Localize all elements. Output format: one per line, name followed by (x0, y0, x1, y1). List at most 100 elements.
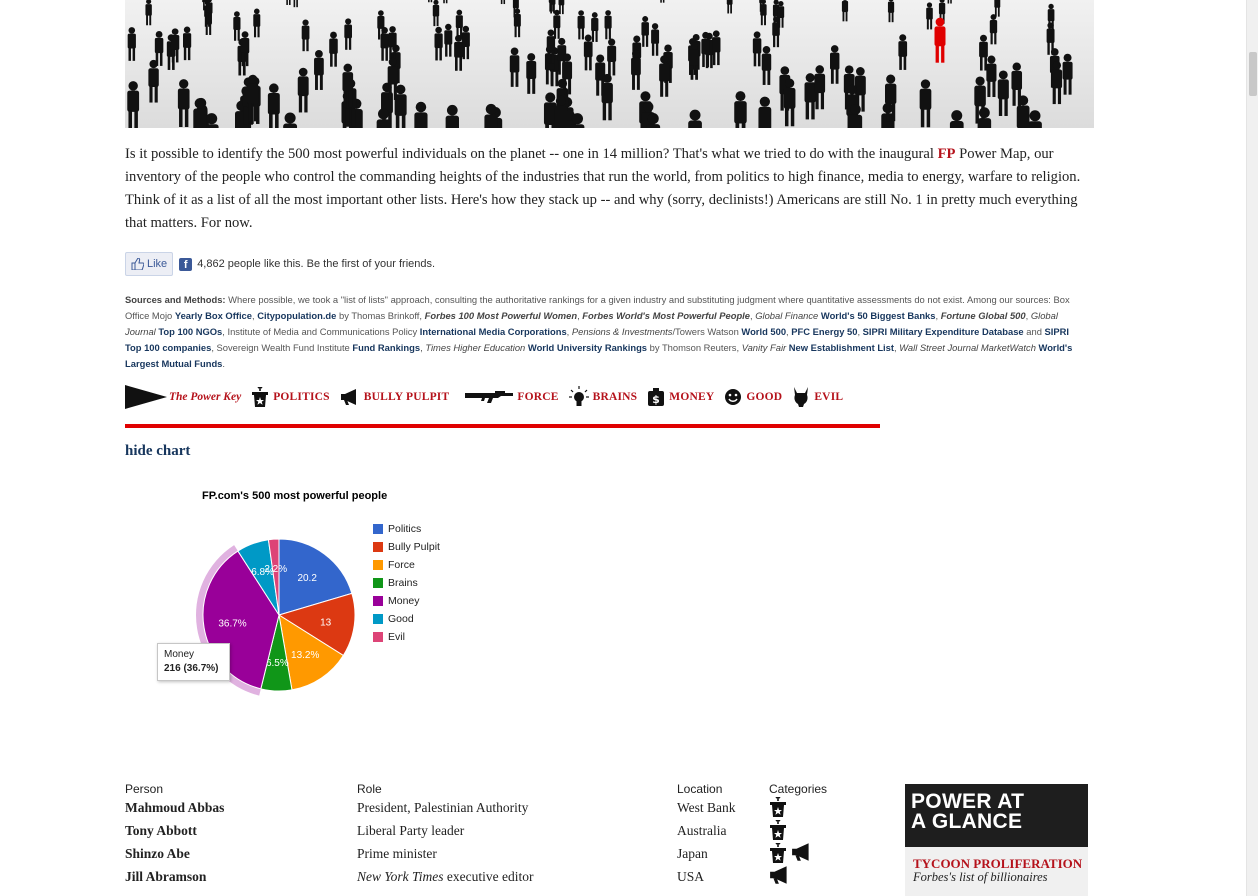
person-name[interactable]: Shinzo Abe (125, 846, 190, 862)
person-role: Liberal Party leader (357, 823, 465, 838)
key-money[interactable]: $ MONEY (647, 388, 714, 406)
crowd-figure (752, 31, 762, 67)
crowd-figure (591, 12, 599, 42)
crowd-figure (445, 104, 459, 128)
source-link[interactable]: Forbes 100 Most Powerful Women (425, 310, 577, 321)
crowd-figure (926, 2, 933, 30)
crowd-figure (734, 91, 747, 128)
facebook-icon: f (179, 257, 193, 271)
column-header-location[interactable]: Location (677, 782, 722, 796)
power-key-pointer-icon (125, 385, 167, 409)
legend-swatch (373, 560, 383, 570)
like-count-text: 4,862 people like this. Be the first of … (197, 258, 436, 270)
rifle-icon (465, 391, 514, 403)
source-link[interactable]: Citypopulation.de (257, 310, 336, 321)
source-link[interactable]: World's 50 Biggest Banks (818, 310, 936, 321)
like-button[interactable]: Like (125, 252, 174, 276)
source-link[interactable]: Fund Rankings (352, 342, 420, 353)
source-link[interactable]: PFC Energy 50 (791, 326, 857, 337)
crowd-figure (233, 11, 241, 41)
person-name[interactable]: Jill Abramson (125, 869, 206, 885)
chart-legend: Politics Bully Pulpit Force Brains Money Good… (373, 520, 440, 646)
person-categories (769, 820, 787, 840)
crowd-figure (154, 31, 164, 66)
crowd-figure (454, 34, 463, 71)
legend-swatch (373, 578, 383, 588)
crowd-figure (577, 10, 585, 40)
legend-label: Politics (388, 523, 422, 535)
person-categories (769, 866, 791, 884)
crowd-figure (947, 0, 952, 4)
source-link[interactable]: World University Rankings (525, 342, 647, 353)
legend-item[interactable]: Good (373, 610, 440, 628)
key-good[interactable]: GOOD (724, 388, 782, 406)
legend-item[interactable]: Force (373, 556, 440, 574)
devil-icon (794, 387, 809, 407)
legend-label: Good (388, 613, 414, 625)
power-at-a-glance-promo[interactable]: POWER AT A GLANCE TYCOON PROLIFERATION F… (905, 784, 1088, 896)
pie-slice-label: 20.2 (297, 573, 317, 584)
svg-text:$: $ (652, 393, 660, 406)
crowd-figure (726, 0, 733, 14)
crowd-figure (814, 65, 826, 110)
legend-label: Force (388, 559, 415, 571)
key-bully-pulpit[interactable]: BULLY PULPIT (340, 389, 450, 405)
source-link[interactable]: Fortune Global 500 (941, 310, 1026, 321)
crowd-figure (688, 109, 702, 128)
source-link[interactable]: Yearly Box Office (175, 310, 252, 321)
table-row[interactable]: Jill Abramson New York Times executive ed… (125, 866, 885, 892)
legend-item[interactable]: Evil (373, 628, 440, 646)
crowd-figure (1028, 110, 1042, 128)
crowd-figure (286, 0, 291, 5)
person-name[interactable]: Tony Abbott (125, 823, 197, 839)
crowd-figure (651, 23, 660, 56)
legend-item[interactable]: Politics (373, 520, 440, 538)
person-name[interactable]: Mahmoud Abbas (125, 800, 224, 816)
crowd-figure (177, 79, 190, 128)
crowd-figure (830, 45, 840, 84)
source-link[interactable]: International Media Corporations (420, 326, 567, 337)
scrollbar-thumb[interactable] (1249, 52, 1257, 96)
person-location: West Bank (677, 800, 736, 815)
key-evil[interactable]: EVIL (792, 387, 843, 407)
tooltip-label: Money (164, 649, 195, 660)
legend-item[interactable]: Bully Pulpit (373, 538, 440, 556)
crowd-figure (414, 101, 428, 128)
source-link[interactable]: World 500 (741, 326, 786, 337)
source-link[interactable]: Forbes World's Most Powerful People (582, 310, 750, 321)
chart-tooltip: Money 216 (36.7%) (157, 643, 230, 681)
crowd-figure (526, 53, 537, 94)
column-header-person[interactable]: Person (125, 782, 163, 796)
person-location: Australia (677, 823, 727, 838)
crowd-figure (293, 0, 298, 8)
crowd-figure (297, 67, 309, 113)
fp-brand: FP (937, 146, 956, 162)
hero-image-crowd (125, 0, 1094, 128)
key-politics[interactable]: POLITICS (251, 387, 330, 407)
podium-icon (770, 797, 786, 817)
crowd-figure (898, 34, 908, 70)
crowd-figure (183, 26, 192, 61)
source-link[interactable]: New Establishment List (786, 342, 894, 353)
pie-slice-label: 6.5% (266, 658, 289, 669)
vertical-scrollbar[interactable] (1246, 0, 1258, 896)
crowd-figure (170, 28, 180, 63)
legend-swatch (373, 524, 383, 534)
source-link[interactable]: Top 100 NGOs (156, 326, 222, 337)
pie-slice-label: 2.2% (264, 564, 287, 575)
legend-item[interactable]: Brains (373, 574, 440, 592)
power-key-title: The Power Key (169, 391, 242, 403)
podium-icon (770, 843, 786, 863)
key-brains[interactable]: BRAINS (568, 386, 638, 408)
crowd-figure (804, 73, 816, 120)
crowd-figure (607, 38, 617, 76)
column-header-categories[interactable]: Categories (769, 782, 827, 796)
person-location: Japan (677, 846, 708, 861)
legend-item[interactable]: Money (373, 592, 440, 610)
crowd-figure (329, 31, 338, 67)
hide-chart-link[interactable]: hide chart (125, 443, 190, 460)
source-link[interactable]: SIPRI Military Expenditure Database (863, 326, 1024, 337)
column-header-role[interactable]: Role (357, 782, 382, 796)
person-role: New York Times executive editor (357, 869, 534, 884)
key-force[interactable]: FORCE (465, 390, 558, 404)
